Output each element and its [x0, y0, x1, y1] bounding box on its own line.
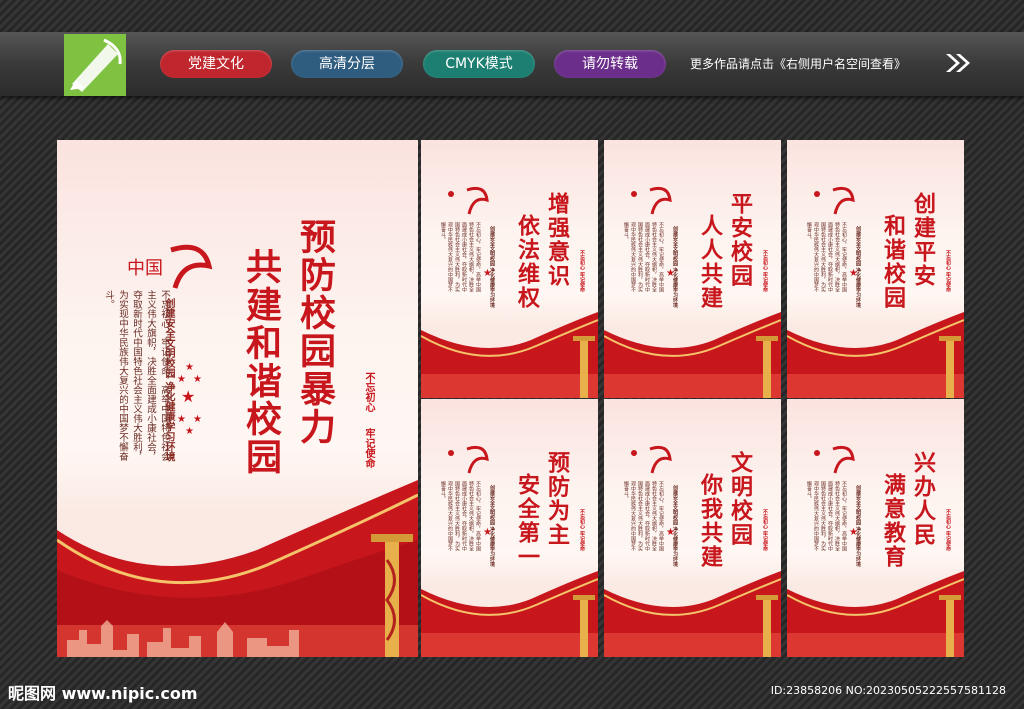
poster-title-col2: 满意教育	[880, 473, 906, 569]
huabiao-pillar	[756, 595, 778, 657]
poster-title-col1: 创建平安	[910, 192, 936, 288]
main-title-col1: 预防校园暴力	[294, 218, 336, 446]
main-body-text: 不忘初心，牢记使命，高举中国特色社会主义伟大旗帜，决胜全面建成小康社会，夺取新时…	[103, 290, 170, 461]
small-poster: 兴办人民 满意教育 创建安全文明校园 净化健康学习环境 不忘初心，牢记使命，高举中国特…	[787, 399, 964, 657]
svg-text:★: ★	[483, 268, 492, 279]
svg-text:★: ★	[193, 374, 202, 385]
more-works-note[interactable]: 更多作品请点击《右侧用户名空间查看》	[690, 55, 906, 72]
poster-title-col2: 和谐校园	[880, 214, 906, 310]
small-poster: 平安校园 人人共建 创建安全文明校园 净化健康学习环境 不忘初心，牢记使命，高举中国特…	[604, 140, 781, 398]
huabiao-pillar	[371, 534, 413, 657]
star-column-icon: ★	[666, 527, 675, 538]
star-column-icon: ★	[666, 268, 675, 279]
poster-title-col2: 人人共建	[697, 214, 723, 310]
poster-title-col2: 安全第一	[514, 473, 540, 569]
poster-body-text: 不忘初心，牢记使命，高举中国特色社会主义伟大旗帜，决胜全面建成小康社会，夺取新时…	[806, 481, 847, 551]
poster-motto-b: 牢记使命	[762, 531, 768, 551]
poster-motto-a: 不忘初心	[579, 509, 585, 529]
china-dream-calligraphy	[814, 445, 855, 474]
china-dream-calligraphy	[448, 445, 489, 474]
svg-text:★: ★	[185, 426, 194, 437]
poster-motto-a: 不忘初心	[579, 250, 585, 270]
poster-motto-a: 不忘初心	[945, 509, 951, 529]
tag-hd-layers[interactable]: 高清分层	[291, 50, 403, 78]
small-poster: 增强意识 依法维权 创建安全文明校园 净化健康学习环境 不忘初心，牢记使命，高举中国特…	[421, 140, 598, 398]
poster-motto-a: 不忘初心	[945, 250, 951, 270]
svg-text:★: ★	[483, 527, 492, 538]
poster-title-col1: 增强意识	[544, 192, 570, 288]
china-dream-calligraphy	[631, 186, 672, 215]
tag-cmyk[interactable]: CMYK模式	[423, 50, 535, 78]
double-chevron-right-icon[interactable]	[944, 52, 972, 74]
small-poster: 文明校园 你我共建 创建安全文明校园 净化健康学习环境 不忘初心，牢记使命，高举中国特…	[604, 399, 781, 657]
svg-text:★: ★	[177, 374, 186, 385]
poster-title-col2: 你我共建	[697, 473, 723, 569]
poster-motto-a: 不忘初心	[762, 509, 768, 529]
poster-motto-b: 牢记使命	[579, 531, 585, 551]
poster-title-col2: 依法维权	[514, 214, 540, 310]
main-motto-b: 牢记使命	[363, 428, 374, 468]
svg-text:★: ★	[185, 362, 194, 373]
image-id: ID:23858206 NO:20230505222557581128	[770, 684, 1006, 697]
small-poster: 创建平安 和谐校园 创建安全文明校园 净化健康学习环境 不忘初心，牢记使命，高举中国特…	[787, 140, 964, 398]
svg-text:中国: 中国	[127, 258, 163, 279]
svg-text:★: ★	[666, 268, 675, 279]
main-motto-a: 不忘初心	[363, 372, 374, 412]
poster-motto-a: 不忘初心	[762, 250, 768, 270]
china-dream-calligraphy	[631, 445, 672, 474]
huabiao-pillar	[756, 336, 778, 398]
svg-text:★: ★	[666, 527, 675, 538]
svg-text:★: ★	[181, 387, 195, 406]
small-poster: 预防为主 安全第一 创建安全文明校园 净化健康学习环境 不忘初心，牢记使命，高举中国特…	[421, 399, 598, 657]
star-column-icon: ★★ ★ ★★ ★★	[177, 362, 202, 437]
huabiao-pillar	[939, 595, 961, 657]
tag-no-repost[interactable]: 请勿转载	[554, 50, 666, 78]
svg-text:★: ★	[193, 414, 202, 425]
poster-title-col1: 文明校园	[727, 451, 753, 547]
poster-body-text: 不忘初心，牢记使命，高举中国特色社会主义伟大旗帜，决胜全面建成小康社会，夺取新时…	[806, 222, 847, 292]
poster-motto-b: 牢记使命	[945, 272, 951, 292]
svg-text:★: ★	[177, 414, 186, 425]
star-column-icon: ★	[483, 268, 492, 279]
huabiao-pillar	[573, 595, 595, 657]
logo	[64, 34, 126, 96]
main-poster: 中国 预防校园暴力 共建和谐校园 创建安全文明校园 净化健康学习环境 不忘初心，…	[57, 140, 418, 657]
poster-title-col1: 预防为主	[544, 451, 570, 547]
poster-motto-b: 牢记使命	[762, 272, 768, 292]
china-dream-calligraphy	[814, 186, 855, 215]
china-dream-calligraphy	[448, 186, 489, 215]
poster-title-col1: 平安校园	[727, 192, 753, 288]
poster-motto-b: 牢记使命	[579, 272, 585, 292]
city-skyline	[67, 620, 299, 657]
star-column-icon: ★	[483, 527, 492, 538]
huabiao-pillar	[939, 336, 961, 398]
svg-text:★: ★	[849, 527, 858, 538]
main-title-col2: 共建和谐校园	[240, 248, 282, 476]
poster-body-text: 不忘初心，牢记使命，高举中国特色社会主义伟大旗帜，决胜全面建成小康社会，夺取新时…	[440, 222, 481, 292]
poster-title-col1: 兴办人民	[910, 451, 936, 547]
pen-logo-icon	[70, 38, 122, 92]
poster-body-text: 不忘初心，牢记使命，高举中国特色社会主义伟大旗帜，决胜全面建成小康社会，夺取新时…	[440, 481, 481, 551]
watermark: 昵图网 www.nipic.com	[8, 684, 198, 703]
star-column-icon: ★	[849, 527, 858, 538]
poster-motto-b: 牢记使命	[945, 531, 951, 551]
huabiao-pillar	[573, 336, 595, 398]
tag-party-culture[interactable]: 党建文化	[160, 50, 272, 78]
poster-body-text: 不忘初心，牢记使命，高举中国特色社会主义伟大旗帜，决胜全面建成小康社会，夺取新时…	[623, 481, 664, 551]
poster-body-text: 不忘初心，牢记使命，高举中国特色社会主义伟大旗帜，决胜全面建成小康社会，夺取新时…	[623, 222, 664, 292]
svg-text:★: ★	[849, 268, 858, 279]
star-column-icon: ★	[849, 268, 858, 279]
